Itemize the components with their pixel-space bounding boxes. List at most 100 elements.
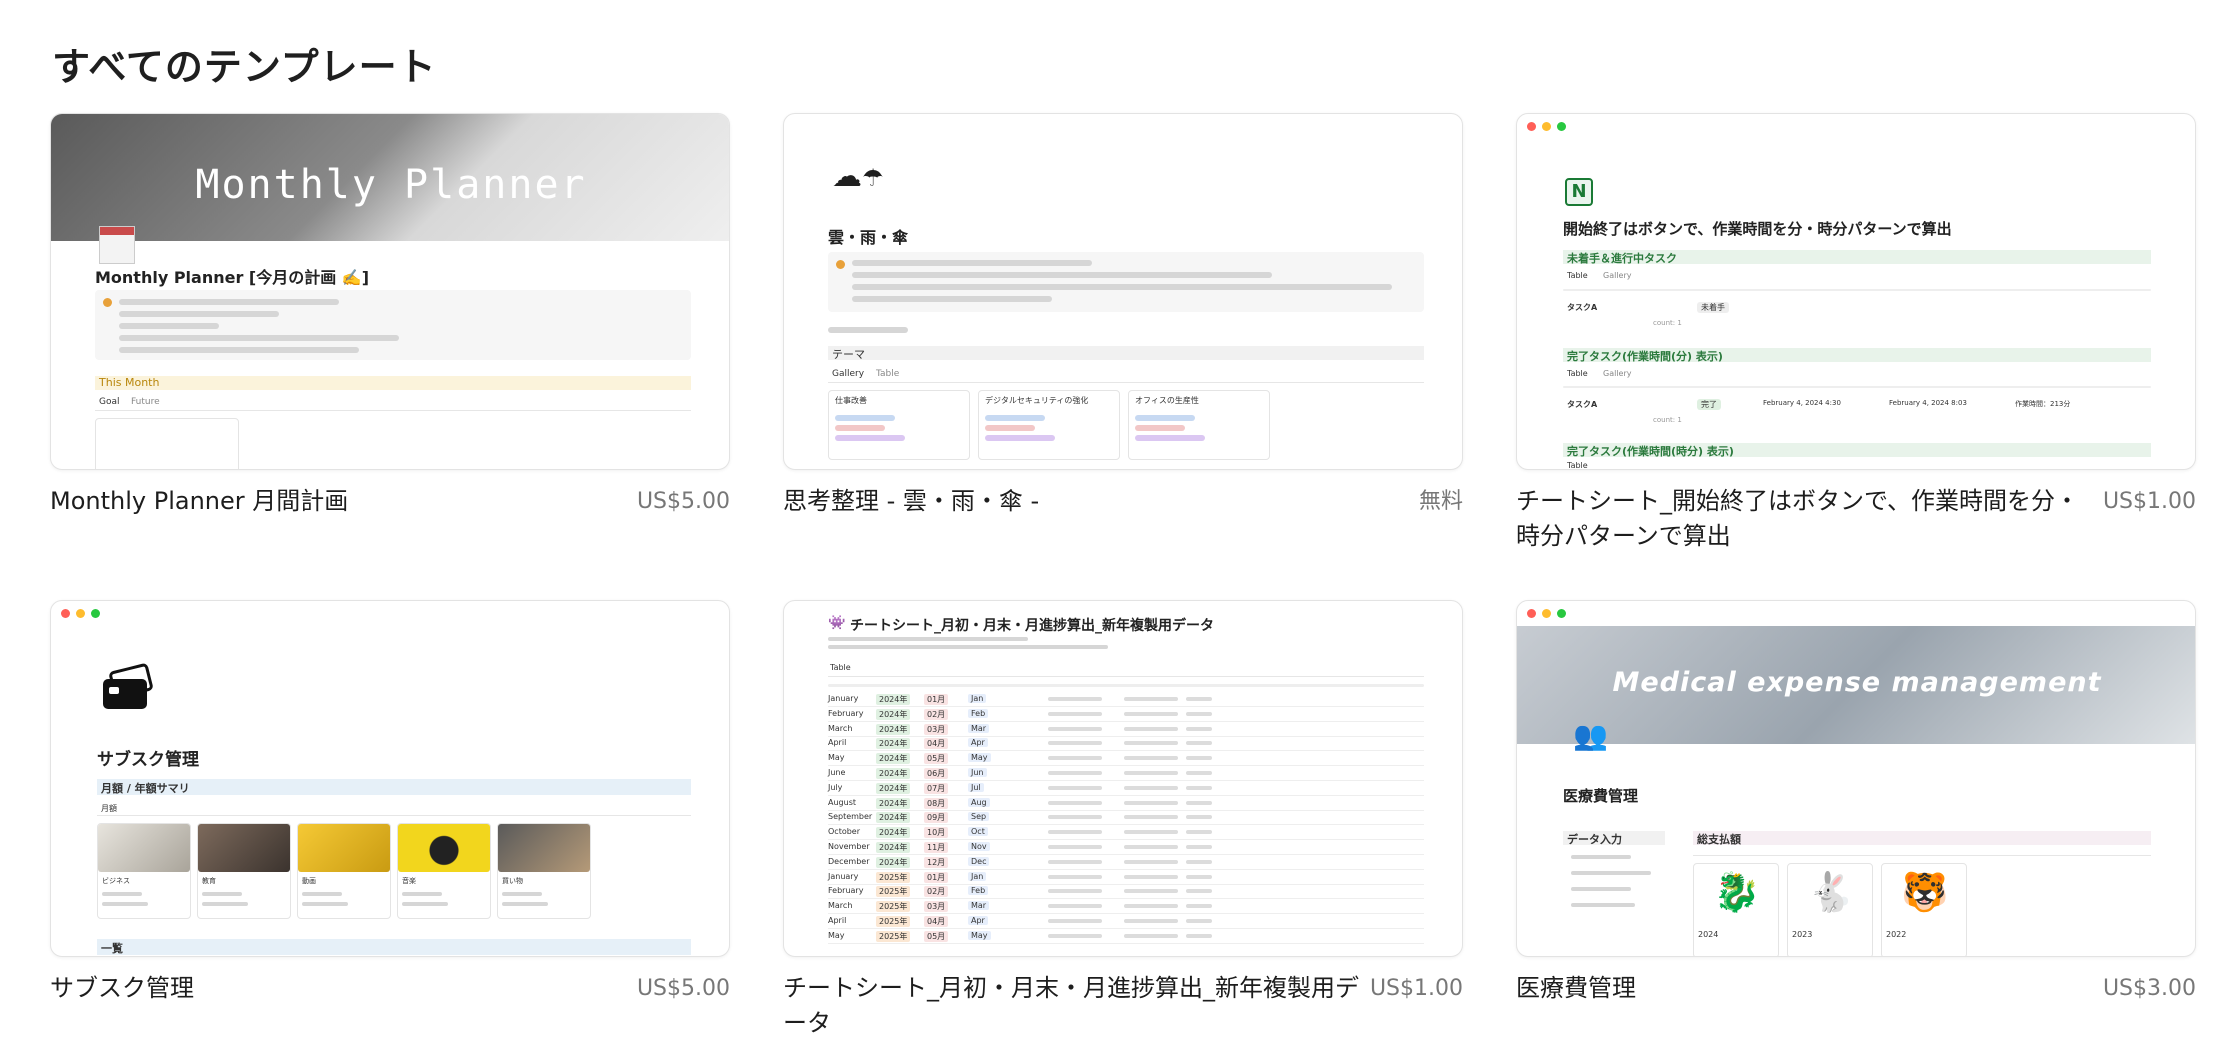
table-row[interactable]: December 2024年 12月 Dec bbox=[828, 856, 1424, 870]
month-number-tag: 03月 bbox=[924, 723, 949, 735]
month-name: March bbox=[828, 723, 853, 733]
table-row[interactable]: May 2025年 05月 May bbox=[828, 930, 1424, 944]
month-abbr-tag: Apr bbox=[968, 916, 988, 925]
template-card-medical-expense[interactable]: Medical expense management 👥 医療費管理 データ入力… bbox=[1516, 600, 2196, 1006]
template-thumbnail[interactable]: サブスク管理 月額 / 年額サマリ 月額 ビジネス 教育 動画 音楽 買い物 一… bbox=[50, 600, 730, 957]
category-card-education[interactable]: 教育 bbox=[197, 823, 291, 919]
template-card-subscription[interactable]: サブスク管理 月額 / 年額サマリ 月額 ビジネス 教育 動画 音楽 買い物 一… bbox=[50, 600, 730, 1006]
month-number-tag: 05月 bbox=[924, 930, 949, 942]
gallery-card bbox=[95, 418, 239, 469]
year-tag: 2025年 bbox=[876, 930, 911, 942]
template-name[interactable]: 思考整理 - 雲・雨・傘 - bbox=[783, 484, 1039, 519]
table-row[interactable]: March 2024年 03月 Mar bbox=[828, 723, 1424, 737]
template-thumbnail[interactable]: N 開始終了はボタンで、作業時間を分・時分パターンで算出 未着手＆進行中タスク … bbox=[1516, 113, 2196, 470]
tab-table[interactable]: Table bbox=[1567, 271, 1588, 280]
date-cell bbox=[1124, 726, 1178, 731]
month-name: May bbox=[828, 753, 845, 763]
page-title: 開始終了はボタンで、作業時間を分・時分パターンで算出 bbox=[1563, 220, 1952, 238]
gallery-card-1[interactable]: 仕事改善 bbox=[828, 390, 970, 460]
tab-gallery[interactable]: Gallery bbox=[832, 369, 864, 379]
category-card-video[interactable]: 動画 bbox=[297, 823, 391, 919]
month-number-tag: 08月 bbox=[924, 797, 949, 809]
table-row[interactable]: January 2024年 01月 Jan bbox=[828, 693, 1424, 707]
template-name[interactable]: 医療費管理 bbox=[1516, 971, 1636, 1006]
template-name[interactable]: サブスク管理 bbox=[50, 971, 194, 1006]
month-name: June bbox=[828, 768, 846, 777]
template-thumbnail[interactable]: Medical expense management 👥 医療費管理 データ入力… bbox=[1516, 600, 2196, 957]
gallery-card-2[interactable]: デジタルセキュリティの強化 bbox=[978, 390, 1120, 460]
date-cell bbox=[1124, 800, 1178, 805]
info-icon bbox=[103, 298, 112, 307]
notion-logo-icon: N bbox=[1565, 178, 1593, 206]
cover-banner: Medical expense management bbox=[1612, 667, 2102, 698]
year-tag: 2024年 bbox=[876, 827, 911, 839]
template-thumbnail[interactable]: ☁☂ 雲・雨・傘 テーマ Gallery Table 仕事改善 デジタルセキュリ… bbox=[783, 113, 1463, 470]
template-card-month-progress[interactable]: 👾 チートシート_月初・月末・月進捗算出_新年複製用データ Table Janu… bbox=[783, 600, 1463, 1041]
year-tag: 2024年 bbox=[876, 856, 911, 868]
tab-monthly[interactable]: 月額 bbox=[101, 803, 117, 814]
tab-gallery-2[interactable]: Gallery bbox=[1603, 369, 1632, 378]
calendar-icon bbox=[99, 226, 135, 264]
template-name[interactable]: Monthly Planner 月間計画 bbox=[50, 484, 348, 519]
tiger-icon: 🐯 bbox=[1901, 870, 1949, 914]
date-cell bbox=[1048, 785, 1102, 790]
table-row[interactable]: October 2024年 10月 Oct bbox=[828, 826, 1424, 841]
table-row[interactable]: May 2024年 05月 May bbox=[828, 752, 1424, 767]
tab-gallery[interactable]: Gallery bbox=[1603, 271, 1632, 280]
year-tag: 2024年 bbox=[876, 708, 911, 720]
table-row[interactable]: August 2024年 08月 Aug bbox=[828, 797, 1424, 811]
table-row[interactable]: March 2025年 03月 Mar bbox=[828, 900, 1424, 915]
category-card-music[interactable]: 音楽 bbox=[397, 823, 491, 919]
template-card-start-end-button[interactable]: N 開始終了はボタンで、作業時間を分・時分パターンで算出 未着手＆進行中タスク … bbox=[1516, 113, 2196, 554]
template-price: US$1.00 bbox=[2102, 489, 2196, 514]
year-card-2022[interactable]: 🐯 2022 bbox=[1881, 863, 1967, 956]
month-name: September bbox=[828, 812, 873, 822]
month-name: December bbox=[828, 856, 870, 866]
template-card-cloud-rain-umbrella[interactable]: ☁☂ 雲・雨・傘 テーマ Gallery Table 仕事改善 デジタルセキュリ… bbox=[783, 113, 1463, 519]
year-card-2024[interactable]: 🐉 2024 bbox=[1693, 863, 1779, 956]
tab-goal[interactable]: Goal bbox=[99, 397, 120, 407]
row-task-a-done[interactable]: タスクA bbox=[1567, 399, 1597, 410]
template-thumbnail[interactable]: 👾 チートシート_月初・月末・月進捗算出_新年複製用データ Table Janu… bbox=[783, 600, 1463, 957]
template-price: 無料 bbox=[1418, 489, 1463, 514]
table-row[interactable]: April 2024年 04月 Apr bbox=[828, 737, 1424, 752]
tab-future[interactable]: Future bbox=[131, 397, 160, 407]
category-card-shopping[interactable]: 買い物 bbox=[497, 823, 591, 919]
rabbit-icon: 🐇 bbox=[1807, 870, 1855, 914]
table-row[interactable]: February 2025年 02月 Feb bbox=[828, 885, 1424, 900]
year-tag: 2024年 bbox=[876, 797, 911, 809]
month-number-tag: 03月 bbox=[924, 901, 949, 913]
table-row[interactable]: November 2024年 11月 Nov bbox=[828, 841, 1424, 855]
year-tag: 2024年 bbox=[876, 723, 911, 735]
category-card-business[interactable]: ビジネス bbox=[97, 823, 191, 919]
status-badge-done: 完了 bbox=[1697, 399, 1721, 410]
date-cell bbox=[1048, 889, 1102, 894]
tab-table[interactable]: Table bbox=[830, 663, 851, 672]
month-name: January bbox=[828, 871, 859, 881]
tab-table-2[interactable]: Table bbox=[1567, 369, 1588, 378]
table-row[interactable]: September 2024年 09月 Sep bbox=[828, 811, 1424, 826]
month-number-tag: 11月 bbox=[924, 842, 949, 853]
tab-table[interactable]: Table bbox=[876, 369, 899, 379]
template-card-monthly-planner[interactable]: Monthly Planner Monthly Planner [今月の計画 ✍… bbox=[50, 113, 730, 519]
year-card-2023[interactable]: 🐇 2023 bbox=[1787, 863, 1873, 956]
page-title: Monthly Planner [今月の計画 ✍️] bbox=[95, 268, 370, 287]
table-row[interactable]: June 2024年 06月 Jun bbox=[828, 767, 1424, 781]
row-task-a[interactable]: タスクA bbox=[1567, 302, 1597, 313]
date-cell bbox=[1048, 741, 1102, 746]
template-name[interactable]: チートシート_月初・月末・月進捗算出_新年複製用データ bbox=[783, 971, 1360, 1041]
date-cell bbox=[1124, 919, 1178, 923]
table-row[interactable]: April 2025年 04月 Apr bbox=[828, 915, 1424, 929]
template-thumbnail[interactable]: Monthly Planner Monthly Planner [今月の計画 ✍… bbox=[50, 113, 730, 470]
table-row[interactable]: July 2024年 07月 Jul bbox=[828, 782, 1424, 796]
page-title: 雲・雨・傘 bbox=[828, 228, 909, 247]
gallery-card-3[interactable]: オフィスの生産性 bbox=[1128, 390, 1270, 460]
section-data-input: データ入力 bbox=[1567, 833, 1622, 846]
table-row[interactable]: February 2024年 02月 Feb bbox=[828, 708, 1424, 722]
month-abbr-tag: Jan bbox=[968, 871, 987, 881]
table-row[interactable]: January 2025年 01月 Jan bbox=[828, 871, 1424, 885]
tab-table-3[interactable]: Table bbox=[1567, 461, 1588, 469]
cloud-rain-umbrella-icon: ☁☂ bbox=[832, 159, 884, 194]
month-number-tag: 05月 bbox=[924, 753, 949, 765]
template-name[interactable]: チートシート_開始終了はボタンで、作業時間を分・時分パターンで算出 bbox=[1516, 484, 2093, 554]
